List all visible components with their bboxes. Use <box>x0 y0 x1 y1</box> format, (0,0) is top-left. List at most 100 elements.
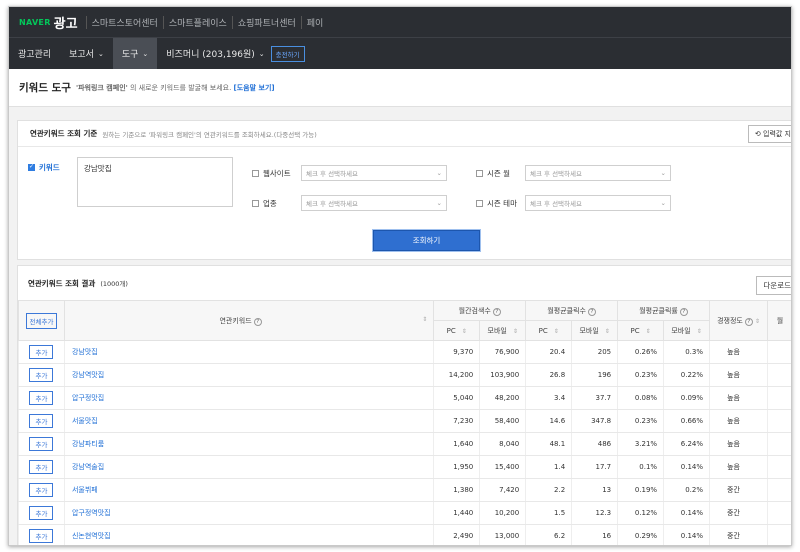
cell-search-mobile: 7,420 <box>479 478 526 502</box>
subheader-click-mobile[interactable]: 모바일 ⇕ <box>571 320 619 341</box>
header-label: 월평균클릭수 <box>547 306 586 315</box>
keyword-link[interactable]: 서울맛집 <box>63 409 434 433</box>
topnav-smartstore[interactable]: 스마트스토어센터 <box>85 15 163 29</box>
add-cell: 추가 <box>18 409 65 433</box>
cell-extra <box>766 363 791 387</box>
help-icon[interactable]: ? <box>253 317 262 326</box>
cell-competition: 높음 <box>709 363 768 387</box>
charge-button[interactable]: 충전하기 <box>270 45 305 62</box>
add-keyword-button[interactable]: 추가 <box>29 460 54 474</box>
season-theme-checkbox[interactable] <box>476 199 483 207</box>
header-competition[interactable]: 경쟁정도? ⇕ <box>709 300 768 341</box>
keyword-link[interactable]: 신논현역맛집 <box>63 524 434 545</box>
subheader-ctr-mobile[interactable]: 모바일 ⇕ <box>663 320 711 341</box>
keyword-link[interactable]: 강남파티룸 <box>63 432 434 456</box>
industry-checkbox[interactable] <box>252 199 259 207</box>
select-placeholder: 체크 후 선택하세요 <box>530 170 582 178</box>
keyword-link[interactable]: 강남역술집 <box>63 455 434 479</box>
cell-competition: 높음 <box>709 432 768 456</box>
season-theme-select[interactable]: 체크 후 선택하세요 ⌄ <box>525 195 671 211</box>
add-keyword-button[interactable]: 추가 <box>29 345 54 359</box>
header-monthly-search: 월간검색수? <box>433 300 527 321</box>
search-button[interactable]: 조회하기 <box>373 230 480 251</box>
keyword-link[interactable]: 강남맛집 <box>63 340 434 364</box>
add-all-cell: 전체추가 <box>18 300 65 341</box>
cell-click-mobile: 196 <box>571 363 618 387</box>
results-title: 연관키워드 조회 결과 <box>28 278 96 288</box>
results-header: 연관키워드 조회 결과 (1000개) 다운로드 <box>18 266 791 300</box>
keyword-input[interactable]: 강남맛집 <box>77 157 233 207</box>
naver-logo[interactable]: NAVER <box>19 18 51 27</box>
add-keyword-button[interactable]: 추가 <box>29 483 54 497</box>
help-icon[interactable]: ? <box>744 317 753 326</box>
menu-reports[interactable]: 보고서 ⌄ <box>60 38 113 69</box>
help-icon[interactable]: ? <box>679 307 688 316</box>
header-keyword[interactable]: 연관키워드? ⇕ <box>63 300 435 341</box>
cell-click-mobile: 37.7 <box>571 386 618 410</box>
menu-bizmoney[interactable]: 비즈머니 (203,196원) ⌄ 충전하기 <box>157 38 313 69</box>
cell-ctr-mobile: 0.14% <box>663 501 710 525</box>
cell-extra <box>766 501 791 525</box>
add-keyword-button[interactable]: 추가 <box>29 391 54 405</box>
reset-input-button[interactable]: ⟲ 입력값 지 <box>747 125 791 143</box>
filter-label: 시즌 테마 <box>487 198 517 208</box>
cell-click-pc: 1.5 <box>525 501 572 525</box>
topnav-shopping-partner[interactable]: 쇼핑파트너센터 <box>231 15 301 29</box>
subheader-click-pc[interactable]: PC ⇕ <box>525 320 573 341</box>
cell-competition: 높음 <box>709 386 768 410</box>
chevron-down-icon: ⌄ <box>436 199 442 207</box>
results-count: (1000개) <box>100 280 128 288</box>
season-month-checkbox[interactable] <box>476 169 483 177</box>
help-icon[interactable]: ? <box>587 307 596 316</box>
help-link[interactable]: [도움말 보기] <box>234 84 275 92</box>
keyword-checkbox[interactable] <box>28 163 35 171</box>
cell-search-mobile: 10,200 <box>479 501 526 525</box>
cell-click-pc: 2.2 <box>525 478 572 502</box>
sort-icon[interactable]: ⇕ <box>422 316 427 323</box>
menu-label: 도구 <box>121 50 139 60</box>
sort-icon: ⇕ <box>645 327 651 335</box>
subheader-search-mobile[interactable]: 모바일 ⇕ <box>479 320 527 341</box>
industry-select[interactable]: 체크 후 선택하세요 ⌄ <box>301 195 447 211</box>
table-row: 추가 강남역술집 1,950 15,400 1.4 17.7 0.1% 0.14% 높음 <box>18 455 791 479</box>
website-select[interactable]: 체크 후 선택하세요 ⌄ <box>301 165 447 181</box>
add-keyword-button[interactable]: 추가 <box>29 368 54 382</box>
chevron-down-icon: ⌄ <box>142 49 149 58</box>
cell-search-pc: 5,040 <box>433 386 480 410</box>
add-all-button[interactable]: 전체추가 <box>25 312 58 329</box>
keyword-link[interactable]: 강남역맛집 <box>63 363 434 387</box>
download-button[interactable]: 다운로드 <box>756 276 791 295</box>
subheader-ctr-pc[interactable]: PC ⇕ <box>617 320 665 341</box>
cell-search-pc: 1,950 <box>433 455 480 479</box>
add-keyword-button[interactable]: 추가 <box>29 437 54 451</box>
keyword-option[interactable]: 키워드 <box>28 162 60 173</box>
cell-extra <box>766 455 791 479</box>
menu-label: 비즈머니 (203,196원) <box>166 50 255 60</box>
topnav-smartplace[interactable]: 스마트플레이스 <box>162 15 232 29</box>
season-month-select[interactable]: 체크 후 선택하세요 ⌄ <box>525 165 671 181</box>
menu-tools[interactable]: 도구 ⌄ <box>112 38 158 69</box>
ad-logo[interactable]: 광고 <box>54 13 78 32</box>
add-cell: 추가 <box>18 432 65 456</box>
keyword-link[interactable]: 압구정맛집 <box>63 386 434 410</box>
cell-search-pc: 1,640 <box>433 432 480 456</box>
chevron-down-icon: ⌄ <box>436 169 442 177</box>
menu-ad-management[interactable]: 광고관리 <box>9 38 60 69</box>
subheader-search-pc[interactable]: PC ⇕ <box>433 320 481 341</box>
add-cell: 추가 <box>18 340 65 364</box>
keyword-link[interactable]: 서울뷔페 <box>63 478 434 502</box>
website-checkbox[interactable] <box>252 169 259 177</box>
add-keyword-button[interactable]: 추가 <box>29 529 54 543</box>
topnav-pay[interactable]: 페이 <box>300 15 329 29</box>
add-keyword-button[interactable]: 추가 <box>29 506 54 520</box>
select-placeholder: 체크 후 선택하세요 <box>530 200 582 208</box>
keyword-link[interactable]: 압구정역맛집 <box>63 501 434 525</box>
cell-extra <box>766 524 791 545</box>
results-panel: 연관키워드 조회 결과 (1000개) 다운로드 전체추가 연관키워드? ⇕ 월간… <box>17 265 791 545</box>
add-keyword-button[interactable]: 추가 <box>29 414 54 428</box>
sort-icon: ⇕ <box>512 327 518 335</box>
cell-competition: 높음 <box>709 340 768 364</box>
cell-ctr-mobile: 0.66% <box>663 409 710 433</box>
help-icon[interactable]: ? <box>492 307 501 316</box>
top-nav: 스마트스토어센터 스마트플레이스 쇼핑파트너센터 페이 <box>85 15 329 29</box>
